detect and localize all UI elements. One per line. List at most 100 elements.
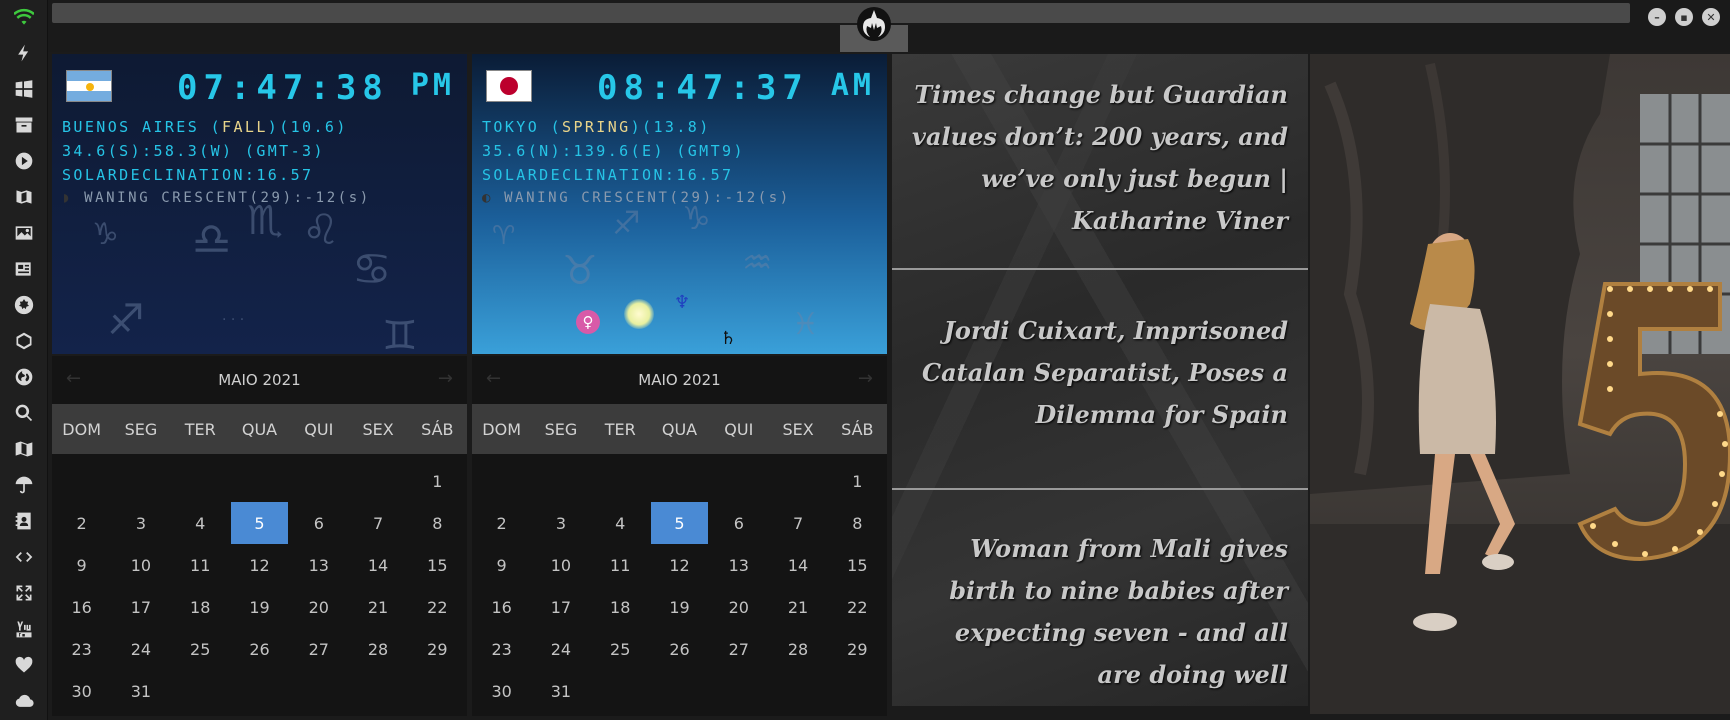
calendar-day[interactable]: 31 bbox=[531, 670, 590, 712]
bolt-icon[interactable] bbox=[10, 39, 38, 67]
news-headline[interactable]: Times change but Guardian values don’t: … bbox=[908, 74, 1288, 242]
calendar-day[interactable]: 1 bbox=[408, 460, 467, 502]
next-month-arrow-icon[interactable]: → bbox=[858, 368, 873, 389]
calendar-day[interactable]: 23 bbox=[52, 628, 111, 670]
image-icon[interactable] bbox=[10, 219, 38, 247]
calendar-day[interactable]: 28 bbox=[768, 628, 827, 670]
news-icon[interactable] bbox=[10, 255, 38, 283]
calendar-day[interactable]: 27 bbox=[709, 628, 768, 670]
weekday-label: QUI bbox=[724, 419, 754, 439]
calendar-day[interactable]: 31 bbox=[111, 670, 170, 712]
title-bar[interactable] bbox=[52, 3, 1630, 23]
prev-month-arrow-icon[interactable]: ← bbox=[486, 368, 501, 389]
calendar-day[interactable]: 7 bbox=[768, 502, 827, 544]
minimize-button[interactable]: – bbox=[1648, 8, 1666, 26]
calendar-day[interactable]: 26 bbox=[230, 628, 289, 670]
search-icon[interactable] bbox=[10, 399, 38, 427]
calendar-day[interactable]: 30 bbox=[52, 670, 111, 712]
archive-icon[interactable] bbox=[10, 111, 38, 139]
windows-icon[interactable] bbox=[10, 75, 38, 103]
close-button[interactable]: ✕ bbox=[1702, 8, 1720, 26]
calendar-day[interactable]: 9 bbox=[472, 544, 531, 586]
globe-icon[interactable] bbox=[10, 363, 38, 391]
calendar-day[interactable]: 26 bbox=[650, 628, 709, 670]
next-month-arrow-icon[interactable]: → bbox=[438, 368, 453, 389]
calendar-day[interactable]: 21 bbox=[768, 586, 827, 628]
youtube-icon[interactable] bbox=[10, 615, 38, 643]
umbrella-icon[interactable] bbox=[10, 471, 38, 499]
calendar-day[interactable]: 9 bbox=[52, 544, 111, 586]
news-headline[interactable]: Woman from Mali gives birth to nine babi… bbox=[908, 528, 1288, 696]
calendar-day[interactable]: 29 bbox=[828, 628, 887, 670]
calendar-day[interactable]: 14 bbox=[768, 544, 827, 586]
calendar-day[interactable]: 1 bbox=[828, 460, 887, 502]
calendar-day[interactable]: 25 bbox=[591, 628, 650, 670]
calendar-day[interactable]: 29 bbox=[408, 628, 467, 670]
rebel-alliance-logo[interactable] bbox=[854, 4, 894, 44]
calendar-day[interactable]: 12 bbox=[650, 544, 709, 586]
calendar-day[interactable]: 14 bbox=[348, 544, 407, 586]
cloud-icon[interactable] bbox=[10, 687, 38, 715]
calendar-day[interactable]: 23 bbox=[472, 628, 531, 670]
calendar-day[interactable]: 20 bbox=[289, 586, 348, 628]
calendar-day[interactable]: 12 bbox=[230, 544, 289, 586]
calendar-day[interactable]: 3 bbox=[111, 502, 170, 544]
calendar-day[interactable]: 18 bbox=[171, 586, 230, 628]
hexagon-icon[interactable] bbox=[10, 327, 38, 355]
map-icon[interactable] bbox=[10, 435, 38, 463]
calendar-day[interactable]: 2 bbox=[52, 502, 111, 544]
calendar-day[interactable]: 16 bbox=[52, 586, 111, 628]
calendar-day[interactable]: 17 bbox=[111, 586, 170, 628]
weekday-label: SEX bbox=[362, 419, 394, 439]
calendar-day[interactable]: 8 bbox=[408, 502, 467, 544]
heart-icon[interactable] bbox=[10, 651, 38, 679]
calendar-day[interactable]: 22 bbox=[408, 586, 467, 628]
calendar-day[interactable]: 19 bbox=[230, 586, 289, 628]
wifi-icon[interactable] bbox=[10, 4, 38, 32]
news-headline[interactable]: Jordi Cuixart, Imprisoned Catalan Separa… bbox=[908, 310, 1288, 436]
calendar-day[interactable]: 24 bbox=[531, 628, 590, 670]
contact-icon[interactable] bbox=[10, 507, 38, 535]
calendar-day-today[interactable]: 5 bbox=[230, 502, 289, 544]
calendar-day[interactable]: 4 bbox=[171, 502, 230, 544]
calendar-day[interactable]: 6 bbox=[289, 502, 348, 544]
calendar-day[interactable]: 25 bbox=[171, 628, 230, 670]
weekday-label: DOM bbox=[62, 419, 101, 439]
calendar-day-today[interactable]: 5 bbox=[650, 502, 709, 544]
calendar-day[interactable]: 22 bbox=[828, 586, 887, 628]
calendar-day[interactable]: 28 bbox=[348, 628, 407, 670]
calendar-day[interactable]: 4 bbox=[591, 502, 650, 544]
calendar-day[interactable]: 13 bbox=[709, 544, 768, 586]
maximize-button[interactable]: ▪ bbox=[1675, 8, 1693, 26]
map-book-icon[interactable] bbox=[10, 183, 38, 211]
settings-cog-icon[interactable] bbox=[10, 291, 38, 319]
calendar-day[interactable]: 11 bbox=[591, 544, 650, 586]
calendar-day[interactable]: 10 bbox=[531, 544, 590, 586]
svg-text:♎: ♎ bbox=[192, 214, 231, 265]
prev-month-arrow-icon[interactable]: ← bbox=[66, 368, 81, 389]
calendar-day[interactable]: 8 bbox=[828, 502, 887, 544]
calendar-day[interactable]: 11 bbox=[171, 544, 230, 586]
calendar-day[interactable]: 19 bbox=[650, 586, 709, 628]
calendar-day[interactable]: 20 bbox=[709, 586, 768, 628]
city-name: BUENOS AIRES ( bbox=[62, 118, 223, 136]
calendar-day[interactable]: 13 bbox=[289, 544, 348, 586]
calendar-day[interactable]: 21 bbox=[348, 586, 407, 628]
calendar-day[interactable]: 16 bbox=[472, 586, 531, 628]
calendar-day[interactable]: 17 bbox=[531, 586, 590, 628]
calendar-day[interactable]: 2 bbox=[472, 502, 531, 544]
calendar-day[interactable]: 24 bbox=[111, 628, 170, 670]
calendar-day[interactable]: 10 bbox=[111, 544, 170, 586]
calendar-day[interactable]: 15 bbox=[408, 544, 467, 586]
expand-icon[interactable] bbox=[10, 579, 38, 607]
code-icon[interactable] bbox=[10, 543, 38, 571]
calendar-day[interactable]: 15 bbox=[828, 544, 887, 586]
calendar-day[interactable]: 30 bbox=[472, 670, 531, 712]
calendar-tokyo: ← MAIO 2021 → DOM SEG TER QUA QUI SEX SÁ… bbox=[472, 356, 887, 716]
calendar-day[interactable]: 3 bbox=[531, 502, 590, 544]
calendar-day[interactable]: 27 bbox=[289, 628, 348, 670]
play-icon[interactable] bbox=[10, 147, 38, 175]
calendar-day[interactable]: 6 bbox=[709, 502, 768, 544]
calendar-day[interactable]: 18 bbox=[591, 586, 650, 628]
calendar-day[interactable]: 7 bbox=[348, 502, 407, 544]
